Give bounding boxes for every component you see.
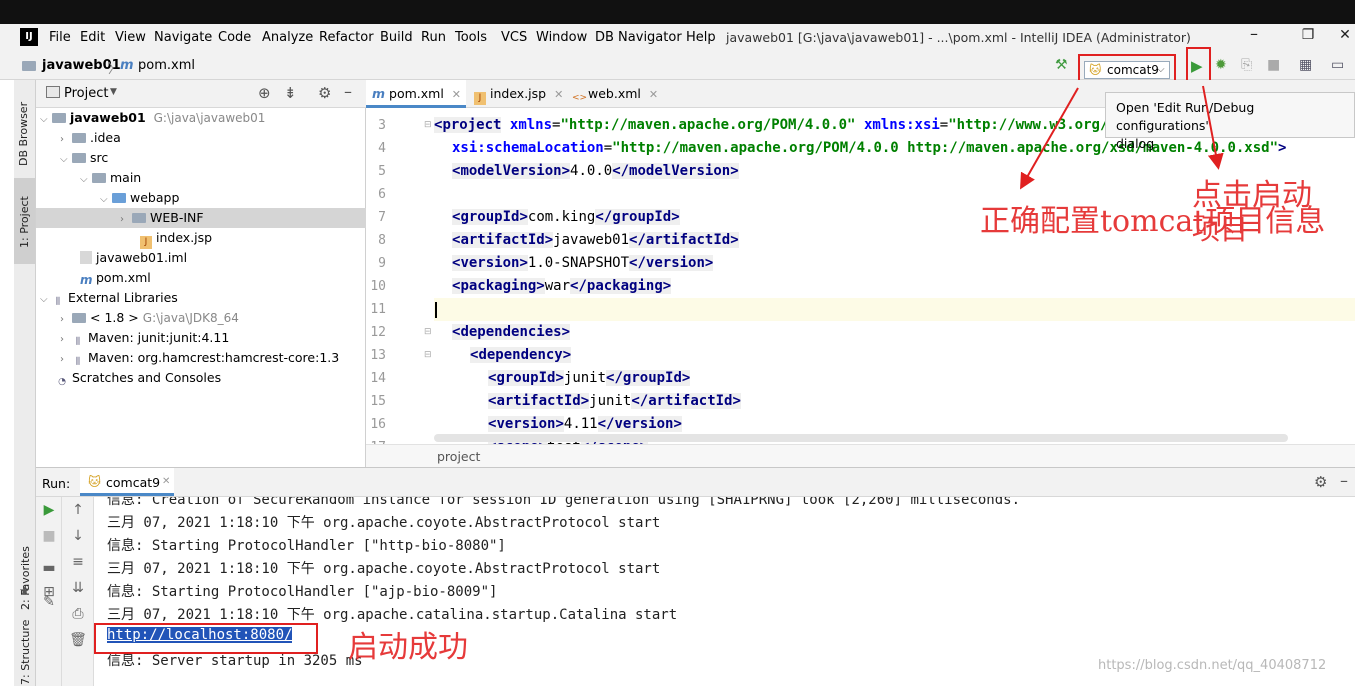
watermark: https://blog.csdn.net/qq_40408712 [1098, 658, 1327, 673]
annotation-arrows [1020, 85, 1224, 190]
config-arrow [1020, 87, 1079, 190]
annotation-success: 启动成功 [348, 630, 468, 665]
annotation-start-line2: 项目 [1192, 213, 1249, 246]
run-arrow [1202, 85, 1224, 170]
